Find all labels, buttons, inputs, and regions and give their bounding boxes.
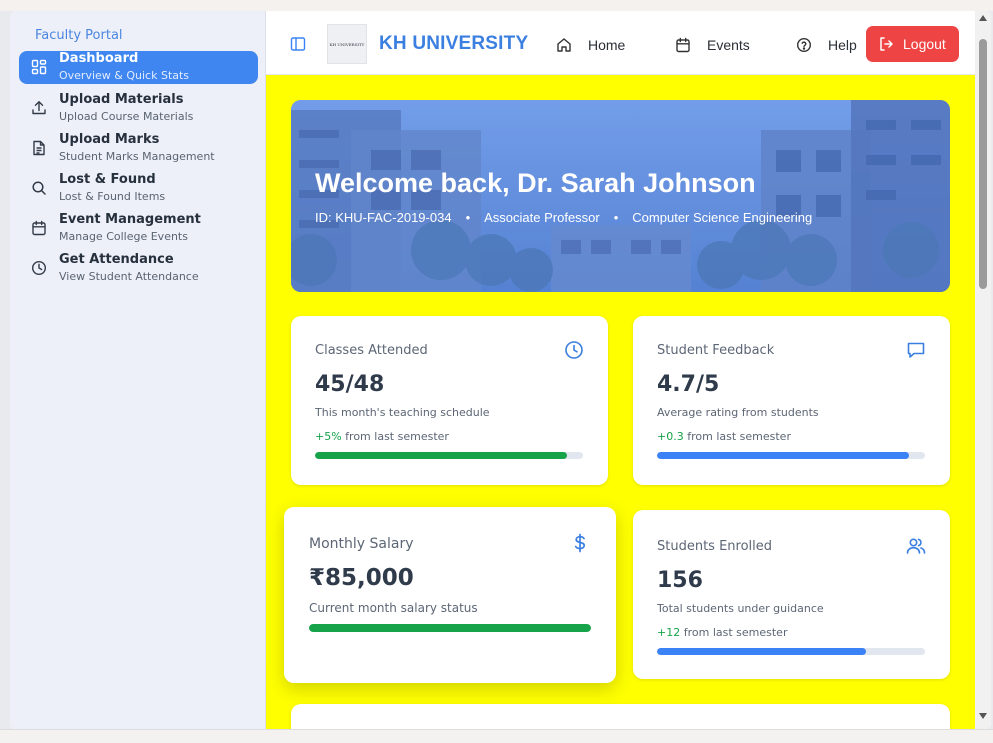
logout-button[interactable]: Logout xyxy=(866,26,959,62)
progress-fill xyxy=(315,452,567,459)
sidebar-item-subtitle: Upload Course Materials xyxy=(59,110,194,123)
sidebar-item-label: Get Attendance xyxy=(59,252,174,267)
faculty-department: Computer Science Engineering xyxy=(632,210,813,225)
sidebar-item-dashboard[interactable]: Dashboard Overview & Quick Stats xyxy=(19,51,258,84)
faculty-id: ID: KHU-FAC-2019-034 xyxy=(315,210,452,225)
users-icon xyxy=(906,536,926,556)
nav-help-link[interactable]: Help xyxy=(796,35,857,55)
faculty-role: Associate Professor xyxy=(484,210,600,225)
stat-title: Classes Attended xyxy=(315,343,428,358)
nav-home-link[interactable]: Home xyxy=(556,35,625,55)
stat-description: Total students under guidance xyxy=(657,602,824,615)
stat-progress-bar xyxy=(657,648,925,655)
portal-title: Faculty Portal xyxy=(35,28,123,43)
progress-fill xyxy=(657,648,867,655)
top-header: KH UNIVERSITY KH UNIVERSITY Home Events … xyxy=(266,11,975,75)
sidebar-item-label: Upload Materials xyxy=(59,92,184,107)
clock-icon xyxy=(31,260,47,276)
welcome-banner: Welcome back, Dr. Sarah Johnson ID: KHU-… xyxy=(291,100,950,292)
stat-progress-bar xyxy=(309,624,591,632)
sidebar-item-subtitle: Student Marks Management xyxy=(59,150,215,163)
brand-name[interactable]: KH UNIVERSITY xyxy=(379,33,528,55)
stat-progress-bar xyxy=(315,452,583,459)
stat-change: +5% from last semester xyxy=(315,430,449,443)
stat-title: Students Enrolled xyxy=(657,539,773,554)
scroll-up-arrow-icon[interactable] xyxy=(979,15,987,21)
search-icon xyxy=(31,180,47,196)
sidebar-item-subtitle: Overview & Quick Stats xyxy=(59,69,190,82)
sidebar-item-lost-found[interactable]: Lost & Found Lost & Found Items xyxy=(19,171,258,211)
sidebar-item-subtitle: Lost & Found Items xyxy=(59,190,166,203)
calendar-icon xyxy=(31,220,47,236)
next-section-card xyxy=(291,704,950,729)
app-window: Faculty Portal Dashboard Overview & Quic… xyxy=(10,11,991,729)
stat-title: Student Feedback xyxy=(657,343,775,358)
upload-icon xyxy=(31,100,47,116)
dashboard-grid-icon xyxy=(31,59,47,75)
stat-card-classes-attended[interactable]: Classes Attended 45/48 This month's teac… xyxy=(291,316,608,485)
stat-value: 45/48 xyxy=(315,372,385,397)
message-icon xyxy=(906,340,926,360)
main-content: Welcome back, Dr. Sarah Johnson ID: KHU-… xyxy=(266,75,975,729)
sidebar-toggle-icon[interactable] xyxy=(290,36,306,52)
home-icon xyxy=(556,37,572,53)
help-circle-icon xyxy=(796,37,812,53)
sidebar: Faculty Portal Dashboard Overview & Quic… xyxy=(10,11,266,729)
clock-icon xyxy=(564,340,584,360)
logout-label: Logout xyxy=(903,36,946,52)
nav-label: Help xyxy=(828,37,857,53)
stat-change: +0.3 from last semester xyxy=(657,430,791,443)
sidebar-item-subtitle: Manage College Events xyxy=(59,230,188,243)
stat-progress-bar xyxy=(657,452,925,459)
sidebar-item-get-attendance[interactable]: Get Attendance View Student Attendance xyxy=(19,251,258,291)
dollar-icon xyxy=(570,533,590,553)
stat-card-monthly-salary[interactable]: Monthly Salary ₹85,000 Current month sal… xyxy=(284,507,616,683)
faculty-meta: ID: KHU-FAC-2019-034 • Associate Professor… xyxy=(315,210,812,225)
stat-description: Current month salary status xyxy=(309,601,478,615)
sidebar-item-label: Lost & Found xyxy=(59,172,156,187)
stat-value: ₹85,000 xyxy=(309,565,414,591)
calendar-icon xyxy=(675,37,691,53)
meta-separator: • xyxy=(465,210,471,225)
sidebar-item-label: Dashboard xyxy=(59,51,139,66)
stat-card-student-feedback[interactable]: Student Feedback 4.7/5 Average rating fr… xyxy=(633,316,950,485)
stat-card-students-enrolled[interactable]: Students Enrolled 156 Total students und… xyxy=(633,510,950,679)
progress-fill xyxy=(309,624,591,632)
sidebar-nav: Dashboard Overview & Quick Stats Upload … xyxy=(19,51,258,291)
welcome-heading: Welcome back, Dr. Sarah Johnson xyxy=(315,168,756,198)
meta-separator: • xyxy=(613,210,619,225)
logout-icon xyxy=(878,36,894,52)
sidebar-item-upload-materials[interactable]: Upload Materials Upload Course Materials xyxy=(19,91,258,131)
sidebar-item-upload-marks[interactable]: Upload Marks Student Marks Management xyxy=(19,131,258,171)
stat-change: +12 from last semester xyxy=(657,626,788,639)
stat-value: 4.7/5 xyxy=(657,372,720,397)
sidebar-item-event-management[interactable]: Event Management Manage College Events xyxy=(19,211,258,251)
stat-description: This month's teaching schedule xyxy=(315,406,490,419)
university-logo: KH UNIVERSITY xyxy=(327,24,367,64)
nav-events-link[interactable]: Events xyxy=(675,35,750,55)
stat-description: Average rating from students xyxy=(657,406,819,419)
scroll-down-arrow-icon[interactable] xyxy=(979,713,987,719)
nav-label: Events xyxy=(707,37,750,53)
sidebar-item-label: Upload Marks xyxy=(59,132,160,147)
sidebar-item-subtitle: View Student Attendance xyxy=(59,270,199,283)
scroll-thumb[interactable] xyxy=(979,39,987,289)
sidebar-item-label: Event Management xyxy=(59,212,201,227)
progress-fill xyxy=(657,452,909,459)
page-scrollbar[interactable] xyxy=(975,11,991,729)
stat-value: 156 xyxy=(657,568,703,593)
stat-title: Monthly Salary xyxy=(309,536,414,552)
browser-top-strip xyxy=(0,0,993,11)
browser-bottom-strip xyxy=(0,729,993,743)
document-icon xyxy=(31,140,47,156)
nav-label: Home xyxy=(588,37,626,53)
